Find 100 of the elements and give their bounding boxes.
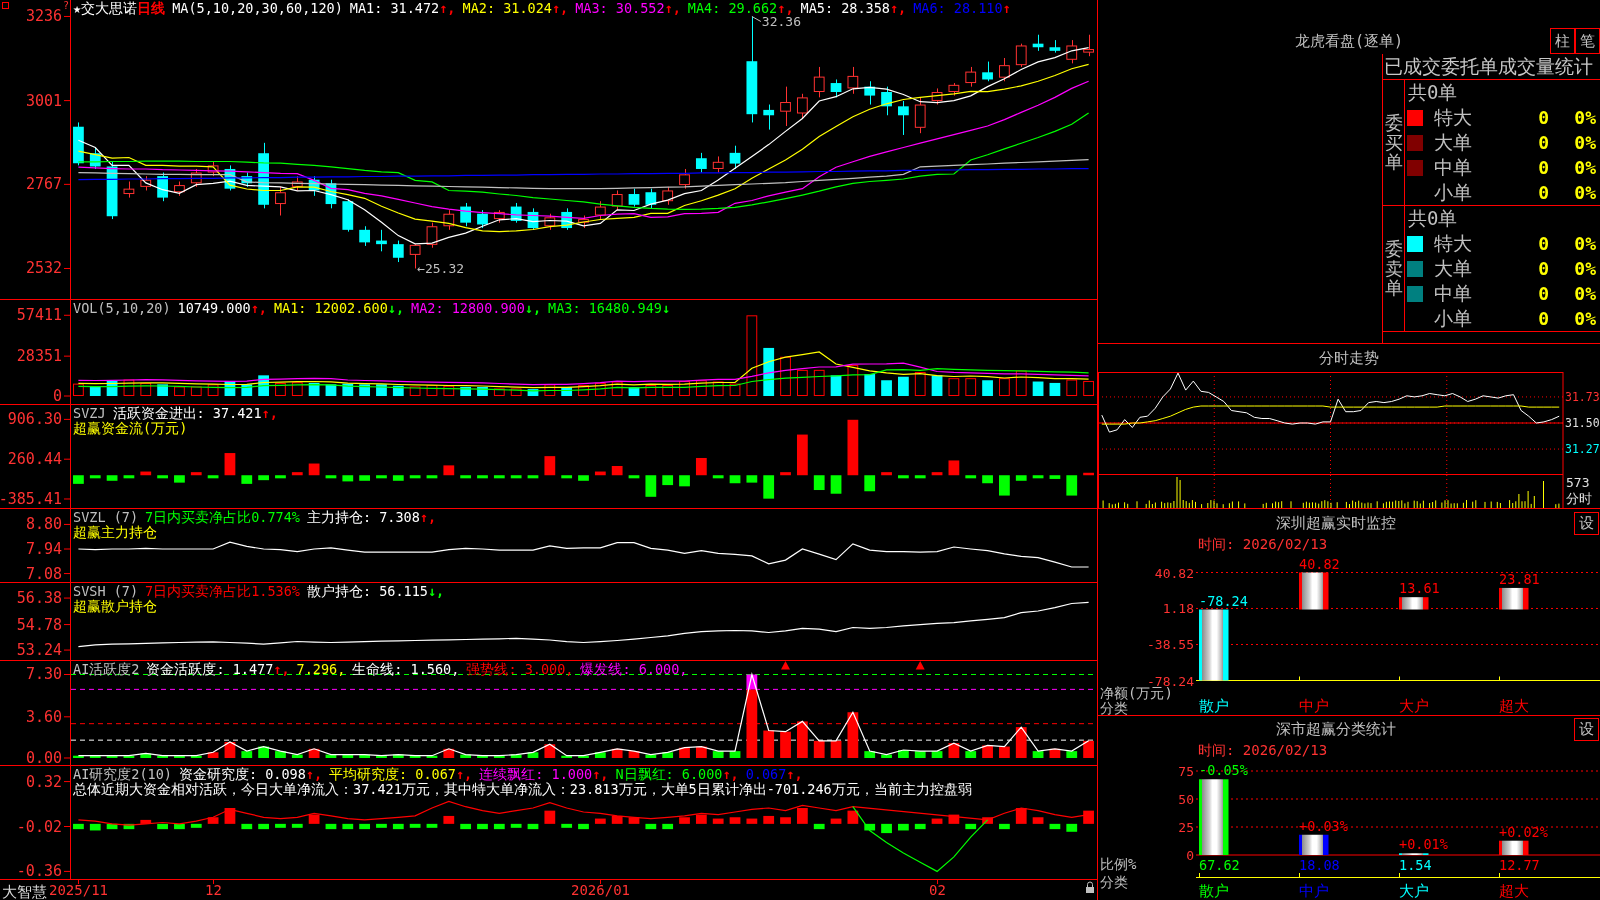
date-label: 02 (929, 882, 946, 898)
lock-icon (1086, 881, 1094, 893)
candlestick (241, 172, 253, 188)
panel-title: 深市超赢分类统计 (1275, 719, 1397, 740)
axis-label: 8.80 (25, 515, 62, 534)
indicator-legend: SVZL (7) 7日内买卖净占比0.774% 主力持仓: 7.308↑, (73, 509, 437, 525)
candlestick (578, 215, 589, 229)
corner-mark: ? (63, 0, 70, 11)
axis-label: 260.44 (7, 450, 62, 469)
axis-label: 573 (1566, 475, 1591, 491)
candlestick (999, 57, 1010, 82)
panel-title: 深圳超赢实时监控 (1275, 513, 1397, 534)
order-count: 0 (1537, 233, 1549, 254)
order-count: 0 (1537, 258, 1549, 279)
side-label: 委卖单 (1384, 238, 1403, 299)
change-label: +0.01% (1399, 836, 1448, 853)
axis-label: -0.02 (16, 817, 62, 836)
order-count: 0 (1537, 182, 1549, 203)
candlestick (1083, 34, 1094, 57)
candlestick (948, 82, 960, 97)
candlestick (325, 179, 337, 209)
candlestick (561, 207, 573, 231)
candlestick (258, 142, 269, 209)
axis-label: 31.27 (1565, 442, 1600, 457)
order-share: 0% (1573, 182, 1596, 203)
order-share: 0% (1573, 308, 1596, 329)
category-label: 中户 (1299, 882, 1329, 900)
table-title: 已成交委托单成交量统计 (1383, 54, 1600, 80)
view-toggle-button[interactable]: 柱 (1550, 28, 1575, 54)
candlestick (190, 168, 202, 188)
axis-label: 56.38 (16, 589, 62, 608)
candlestick (73, 121, 84, 166)
axis-label: -38.55 (1147, 637, 1194, 653)
indicator-title: 超赢资金流(万元) (73, 420, 188, 436)
axis-title: 比例% (1100, 856, 1137, 872)
order-count: 0 (1537, 283, 1549, 304)
axis-title: 分类 (1100, 700, 1128, 715)
order-count: 0 (1537, 157, 1549, 178)
candlestick (813, 66, 825, 98)
indicator-legend: VOL(5,10,20) 10749.000↑, MA1: 12002.600↓, MA2: 12800.900↓, MA3: 16480.949↓ (73, 300, 671, 316)
candlestick (123, 181, 135, 199)
square-icon (2, 2, 9, 9)
order-count: 0 (1537, 308, 1549, 329)
candlestick (1032, 34, 1044, 52)
axis-label: 54.78 (16, 615, 62, 634)
candlestick (174, 181, 185, 197)
category-label: 中户 (1299, 697, 1329, 715)
view-toggle-button[interactable]: 笔 (1575, 28, 1600, 54)
order-total: 共0单 (1407, 80, 1459, 105)
candlestick (224, 164, 236, 191)
indicator-legend: AI活跃度2 资金活跃度: 1.477↑, 7.296, 生命线: 1.560, 强势线: 3.000, 爆发线: 6.000, (73, 661, 688, 677)
axis-label: 25 (1178, 820, 1194, 835)
date-label: 2025/11 (49, 882, 108, 898)
axis-label: -0.36 (16, 862, 62, 881)
candlestick (207, 161, 219, 177)
candlestick (594, 200, 606, 220)
brand-label: 大智慧 (2, 883, 47, 900)
order-size-label: 小单 (1434, 305, 1473, 331)
settings-button[interactable]: 设 (1574, 512, 1599, 535)
candlestick (1066, 39, 1078, 64)
axis-label: 3236 (25, 7, 62, 26)
candlestick (426, 222, 438, 249)
order-share: 0% (1573, 107, 1596, 128)
order-share: 0% (1573, 283, 1596, 304)
panel-title: 龙虎看盘(逐单) (1293, 31, 1405, 52)
candlestick (965, 66, 977, 88)
candlestick (898, 100, 909, 136)
order-size-label: 大单 (1434, 129, 1473, 155)
axis-label: 7.94 (25, 540, 62, 558)
axis-label: 50 (1178, 792, 1194, 807)
candlestick (982, 61, 993, 82)
price-label: ←25.32 (417, 261, 465, 277)
candlestick (291, 175, 303, 191)
axis-caption: 分时 (1566, 491, 1592, 507)
order-size-label: 特大 (1434, 230, 1473, 256)
order-count: 0 (1537, 132, 1549, 153)
candlestick (847, 66, 859, 95)
category-label: 散户 (1199, 697, 1229, 715)
candlestick (914, 96, 926, 134)
order-size-label: 中单 (1434, 154, 1473, 180)
candlestick (628, 188, 640, 208)
value-label: 23.81 (1499, 570, 1540, 587)
candlestick (712, 155, 724, 174)
indicator-legend: SVZJ 活跃资金进出: 37.421↑, (73, 405, 278, 421)
axis-label: 0.32 (25, 772, 62, 791)
candlestick (645, 188, 657, 209)
order-share: 0% (1573, 157, 1596, 178)
candlestick (931, 87, 943, 106)
annotation: 32.36 (761, 14, 801, 30)
change-label: +0.03% (1299, 817, 1348, 834)
axis-label: 28351 (16, 347, 62, 366)
candlestick (275, 186, 286, 216)
timestamp-label: 时间: 2026/02/13 (1197, 741, 1329, 759)
candlestick (797, 93, 808, 120)
settings-button[interactable]: 设 (1574, 718, 1599, 741)
axis-label: 1.18 (1162, 601, 1194, 617)
axis-label: 0 (52, 387, 62, 405)
candlestick (763, 104, 775, 131)
candlestick (359, 225, 370, 247)
candlestick (729, 145, 741, 170)
